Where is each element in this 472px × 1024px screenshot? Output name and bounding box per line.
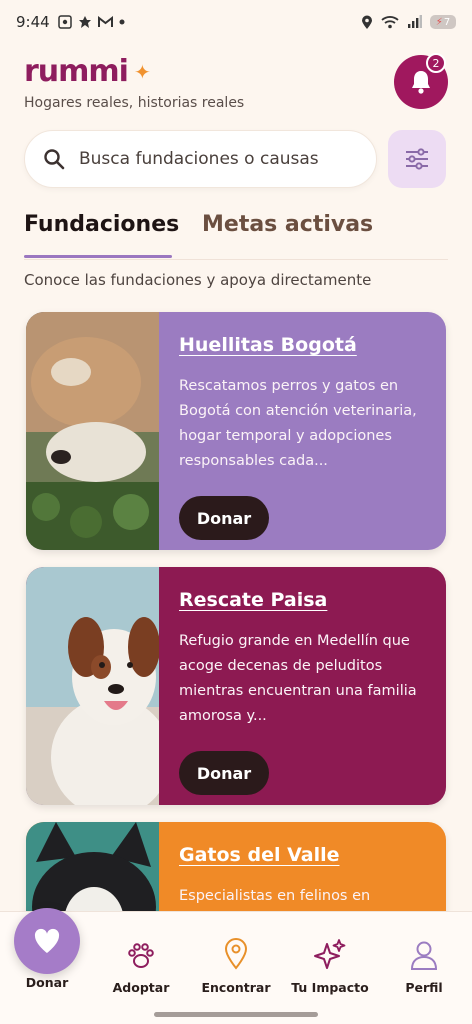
active-tab-indicator xyxy=(24,255,172,258)
screenshot-icon xyxy=(57,15,72,29)
leaf-icon xyxy=(78,16,91,28)
sparkles-icon xyxy=(314,939,346,969)
tagline: Hogares reales, historias reales xyxy=(24,95,245,111)
foundation-card[interactable]: Rescate Paisa Refugio grande en Medellín… xyxy=(26,567,446,805)
user-icon xyxy=(410,941,438,970)
nav-perfil[interactable]: Perfil xyxy=(379,934,469,995)
foundation-name[interactable]: Huellitas Bogotá xyxy=(179,334,426,356)
status-time: 9:44 xyxy=(16,13,50,31)
home-indicator[interactable] xyxy=(154,1012,318,1017)
wifi-icon xyxy=(381,16,399,29)
nav-tu-impacto[interactable]: Tu Impacto xyxy=(285,934,375,995)
foundation-name[interactable]: Gatos del Valle xyxy=(179,844,426,866)
nav-encontrar[interactable]: Encontrar xyxy=(191,934,281,995)
donate-button[interactable]: Donar xyxy=(179,751,269,795)
tab-fundaciones[interactable]: Fundaciones xyxy=(24,212,179,237)
foundation-description: Rescatamos perros y gatos en Bogotá con … xyxy=(179,378,417,469)
brand-logo: rummi ✦ xyxy=(24,54,151,89)
gmail-icon xyxy=(97,16,113,27)
section-subtitle: Conoce las fundaciones y apoya directame… xyxy=(24,271,372,289)
donate-button[interactable]: Donar xyxy=(179,496,269,540)
nav-donar-label: Donar xyxy=(25,975,69,990)
tab-metas-activas[interactable]: Metas activas xyxy=(202,212,373,237)
foundation-description: Especialistas en felinos en xyxy=(179,888,371,904)
foundation-card[interactable]: Huellitas Bogotá Rescatamos perros y gat… xyxy=(26,312,446,550)
location-pin-icon xyxy=(224,938,248,970)
notifications-button[interactable]: 2 xyxy=(394,53,448,109)
bell-icon xyxy=(412,71,430,94)
sparkle-icon: ✦ xyxy=(133,59,151,84)
battery-icon: ⚡ 7 xyxy=(430,15,456,29)
filter-button[interactable] xyxy=(388,130,446,188)
nav-donar[interactable] xyxy=(14,908,80,974)
foundation-photo xyxy=(26,567,159,805)
nav-adoptar[interactable]: Adoptar xyxy=(96,934,186,995)
tab-bar: Fundaciones Metas activas xyxy=(24,210,448,260)
search-bar[interactable] xyxy=(24,130,377,188)
signal-icon xyxy=(408,15,422,28)
foundation-description: Refugio grande en Medellín que acoge dec… xyxy=(179,633,417,724)
brand-name: rummi xyxy=(24,54,129,89)
notification-badge: 2 xyxy=(426,53,446,73)
search-input[interactable] xyxy=(79,149,349,169)
dot-icon xyxy=(119,19,125,25)
location-icon xyxy=(362,15,372,29)
foundation-photo xyxy=(26,312,159,550)
paw-icon xyxy=(128,943,154,968)
status-bar: 9:44 ⚡ 7 xyxy=(0,0,472,44)
heart-icon xyxy=(34,928,60,953)
search-icon xyxy=(44,149,65,170)
sliders-icon xyxy=(406,148,428,170)
foundation-name[interactable]: Rescate Paisa xyxy=(179,589,426,611)
